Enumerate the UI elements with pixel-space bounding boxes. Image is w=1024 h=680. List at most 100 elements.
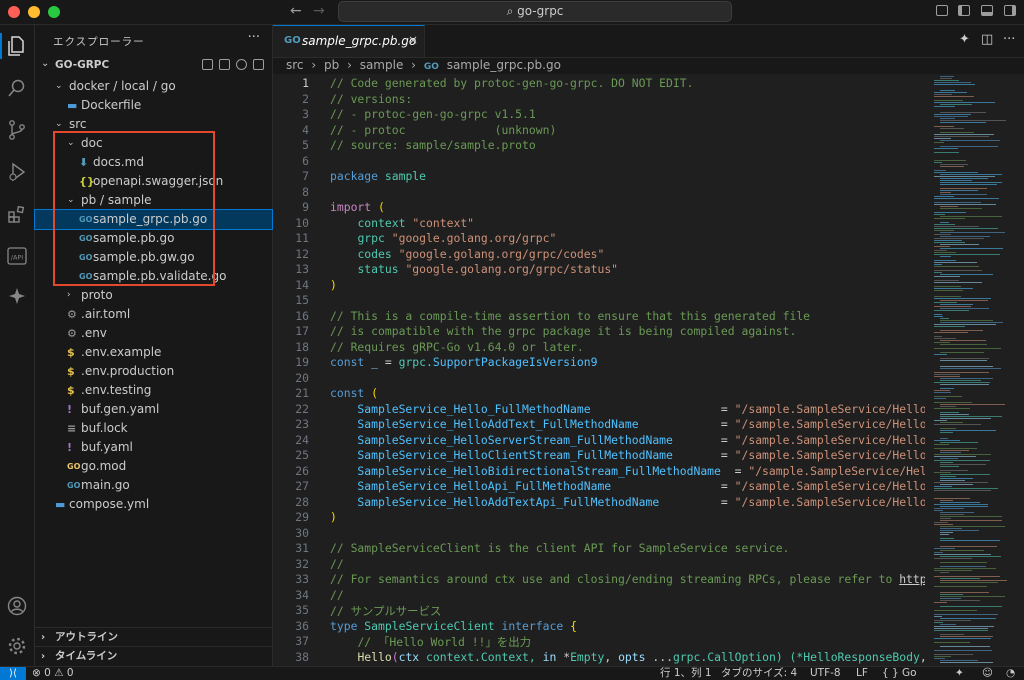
toggle-sidebar-icon[interactable]: [958, 5, 970, 16]
minimap-line: [940, 428, 956, 429]
manage-activity[interactable]: [0, 633, 34, 659]
account-activity[interactable]: [0, 593, 34, 619]
minimap-line: [934, 228, 998, 229]
source-control-icon: [9, 120, 25, 140]
line-number: 25: [295, 448, 309, 462]
encoding[interactable]: UTF-8: [810, 667, 841, 680]
feedback-icon[interactable]: ☺: [982, 667, 993, 680]
forward-arrow-icon[interactable]: →: [313, 3, 325, 19]
tree-folder[interactable]: ⌄ docker / local / go: [35, 77, 272, 96]
command-center-search[interactable]: ⌕ go-grpc: [338, 1, 732, 22]
minimap-line: [934, 508, 964, 509]
minimap-line: [934, 348, 1001, 349]
minimap-line: [934, 238, 984, 239]
copilot-chat-icon[interactable]: ✦: [959, 32, 970, 47]
tab-size[interactable]: タブのサイズ: 4: [721, 667, 797, 680]
minimize-window-button[interactable]: [28, 6, 40, 18]
explorer-activity[interactable]: [0, 33, 34, 59]
more-actions-icon[interactable]: ···: [248, 30, 260, 45]
doc-link[interactable]: https://pkg.g: [899, 572, 925, 586]
breadcrumb-sample[interactable]: sample: [360, 58, 404, 72]
line-ending[interactable]: LF: [856, 667, 868, 680]
tree-file[interactable]: ≡ buf.lock: [35, 419, 272, 438]
toggle-panel-icon[interactable]: [981, 5, 993, 16]
customize-layout-icon[interactable]: [936, 5, 948, 16]
minimap-line: [934, 398, 946, 399]
minimap-line: [940, 188, 987, 189]
minimap-line: [934, 554, 991, 555]
tree-file[interactable]: ▬ Dockerfile: [35, 96, 272, 115]
tree-file[interactable]: ▬ compose.yml: [35, 495, 272, 514]
collapse-all-icon[interactable]: [253, 59, 264, 70]
run-debug-activity[interactable]: [0, 159, 34, 185]
minimap-line: [940, 452, 961, 453]
new-folder-icon[interactable]: [219, 59, 230, 70]
workspace-section-header[interactable]: ⌄ GO-GRPC: [35, 57, 272, 75]
breadcrumb-src[interactable]: src: [286, 58, 304, 72]
copilot-activity[interactable]: [0, 283, 34, 309]
go-file-icon: GO: [284, 35, 301, 46]
problems-indicator[interactable]: ⊗ 0 ⚠ 0: [32, 667, 74, 680]
toggle-secondary-sidebar-icon[interactable]: [1004, 5, 1016, 16]
tab-sample-grpc-pb-go[interactable]: GO sample_grpc.pb.go ×: [273, 25, 425, 57]
tree-file[interactable]: $ .env.example: [35, 343, 272, 362]
minimap-line: [934, 332, 968, 333]
minimap-line: [940, 112, 986, 113]
minimap-line: [940, 232, 1005, 233]
code-line-3: // - protoc-gen-go-grpc v1.5.1: [330, 107, 536, 121]
source-control-activity[interactable]: [0, 117, 34, 143]
notifications-icon[interactable]: ◔: [1006, 667, 1015, 680]
api-activity[interactable]: /API: [0, 243, 34, 269]
minimap-line: [934, 226, 979, 227]
search-activity[interactable]: [0, 75, 34, 101]
minimap-line: [940, 464, 986, 465]
breadcrumb-pb[interactable]: pb: [324, 58, 339, 72]
config-file-icon: ⚙: [67, 308, 77, 321]
cursor-position[interactable]: 行 1、列 1: [660, 667, 712, 680]
tree-file[interactable]: ⚙ .env: [35, 324, 272, 343]
remote-indicator[interactable]: ⟩⟨: [0, 667, 26, 680]
tree-file[interactable]: GO go.mod: [35, 457, 272, 476]
minimap-line: [940, 598, 961, 599]
tree-file[interactable]: ! buf.yaml: [35, 438, 272, 457]
tree-file[interactable]: ⚙ .air.toml: [35, 305, 272, 324]
minimap-line: [934, 170, 946, 171]
tree-folder[interactable]: › proto: [35, 286, 272, 305]
copilot-status-icon[interactable]: ✦: [955, 667, 964, 680]
breadcrumb-file[interactable]: sample_grpc.pb.go: [447, 58, 561, 72]
tree-file[interactable]: ! buf.gen.yaml: [35, 400, 272, 419]
split-editor-icon[interactable]: ◫: [981, 32, 993, 47]
tree-file[interactable]: $ .env.testing: [35, 381, 272, 400]
minimap-line: [940, 194, 987, 195]
minimap-line: [934, 196, 954, 197]
tree-file[interactable]: $ .env.production: [35, 362, 272, 381]
minimap-line: [934, 126, 954, 127]
extensions-activity[interactable]: [0, 201, 34, 227]
minimap-line: [940, 236, 990, 237]
more-editor-actions-icon[interactable]: ···: [1003, 32, 1015, 47]
close-tab-icon[interactable]: ×: [408, 33, 418, 47]
minimap-line: [934, 374, 960, 375]
line-number: 12: [295, 246, 309, 261]
back-arrow-icon[interactable]: ←: [290, 3, 302, 19]
minimap-line: [940, 432, 953, 433]
minimap-line: [940, 330, 983, 331]
minimap-line: [934, 160, 966, 161]
timeline-section-header[interactable]: › タイムライン: [35, 646, 272, 666]
minimap-line: [934, 214, 945, 215]
language-mode[interactable]: { } Go: [882, 667, 917, 680]
refresh-icon[interactable]: [236, 59, 247, 70]
minimap-line: [934, 224, 955, 225]
outline-section-header[interactable]: › アウトライン: [35, 627, 272, 647]
minimap-line: [934, 576, 1000, 577]
maximize-window-button[interactable]: [48, 6, 60, 18]
new-file-icon[interactable]: [202, 59, 213, 70]
minimap[interactable]: [925, 74, 1024, 666]
minimap-line: [934, 148, 958, 149]
tree-file[interactable]: GO main.go: [35, 476, 272, 495]
minimap-line: [934, 482, 988, 483]
code-line-36: type SampleServiceClient interface {: [330, 618, 577, 633]
minimap-line: [940, 470, 968, 471]
code-editor[interactable]: 1 2 3 4 5 6 7 8 9 10 11 12 13 14 15 16 17 18 19 20 21 22 23 24 2…: [273, 74, 925, 666]
close-window-button[interactable]: [8, 6, 20, 18]
